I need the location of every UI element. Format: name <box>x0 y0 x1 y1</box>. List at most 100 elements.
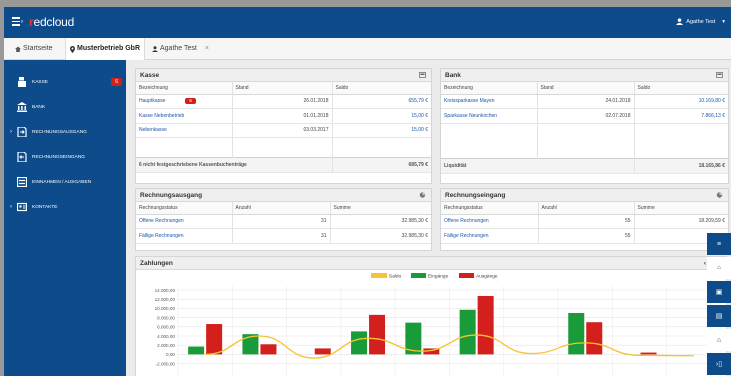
bank-table: Bezeichnung Stand Saldo Kreissparkasse M… <box>441 82 728 174</box>
pie-chart-icon[interactable] <box>419 192 426 198</box>
bar <box>568 313 585 355</box>
column-header: Saldo <box>633 82 728 95</box>
y-tick-label: 10.000,00 <box>155 306 176 311</box>
close-icon[interactable]: × <box>205 38 209 60</box>
account-name-cell[interactable]: Kasse Nebenbetrieb <box>136 108 232 124</box>
table-row[interactable]: Fällige Rechnungen 55 18.2 <box>441 228 728 244</box>
tab-label: Musterbetrieb GbR <box>77 45 141 52</box>
table-row[interactable]: Fällige Rechnungen 31 32.985,30 € <box>136 228 431 244</box>
sidebar-item-rechnungseingang[interactable]: RECHNUNGSEINGANG <box>4 145 126 169</box>
spacer <box>331 137 431 158</box>
sidebar-item-label: KASSE <box>32 79 48 85</box>
panel-title: Zahlungen <box>140 260 173 267</box>
table-row[interactable]: Offene Rechnungen 55 18.209,59 € <box>441 214 728 229</box>
rechnungsausgang-panel: Rechnungsausgang Rechnungsstatus Anzahl … <box>135 188 432 251</box>
rechnungseingang-panel: Rechnungseingang Rechnungsstatus Anzahl … <box>440 188 729 251</box>
menu-toggle-icon[interactable]: ≡ <box>707 233 731 255</box>
sidebar-item-bank[interactable]: BANK <box>4 95 126 119</box>
sidebar-item-label: BANK <box>32 104 46 110</box>
pie-chart-icon[interactable] <box>716 192 723 198</box>
bar <box>477 295 494 355</box>
column-header: Summe <box>633 202 728 215</box>
table-row[interactable]: Nebenkasse 03.03.2017 15,00 € <box>136 123 431 138</box>
payments-chart: 14.000,00 12.000,00 10.000,00 8.000,00 6.000… <box>155 273 722 376</box>
y-tick-label: 4.000,00 <box>157 334 175 339</box>
legend-label: Saldo <box>389 273 402 279</box>
table-footer: Liquidität 18.165,86 € <box>441 157 728 174</box>
app-window: › redcloud Agathe Test ▾ Startseite Must… <box>4 7 731 376</box>
status-cell[interactable]: Fällige Rechnungen <box>441 228 538 244</box>
saldo-cell: 655,79 € <box>331 94 431 109</box>
spacer <box>136 138 232 158</box>
table-row[interactable]: Hauptkasse 6 26.01.2018 655,79 € <box>136 94 431 109</box>
column-header: Summe <box>329 202 431 215</box>
panel-title: Bank <box>445 72 461 79</box>
sidebar-item-label: KONTAKTE <box>32 204 58 210</box>
table-row[interactable]: Sparkasse Neunkirchen 02.07.2018 7.866,1… <box>441 108 728 124</box>
spacer <box>231 137 332 158</box>
tab-agathe-test[interactable]: Agathe Test × <box>148 38 213 60</box>
saldo-cell: 15,00 € <box>331 123 431 138</box>
column-header: Rechnungsstatus <box>136 202 232 215</box>
tab-musterbetrieb[interactable]: Musterbetrieb GbR <box>65 38 146 60</box>
count-cell: 31 <box>231 228 330 244</box>
panel-header: Rechnungsausgang <box>136 189 431 202</box>
table-row[interactable]: Kreissparkasse Mayen 24.01.2018 10.169,8… <box>441 94 728 109</box>
status-cell[interactable]: Fällige Rechnungen <box>136 228 232 244</box>
bar <box>586 322 603 355</box>
income-expense-icon <box>17 177 27 187</box>
calculator-icon[interactable] <box>419 72 426 78</box>
zahlungen-panel: Zahlungen ‹ 14.000,00 12.000,00 10.000,00 8… <box>135 256 727 376</box>
spacer <box>633 123 728 158</box>
spacer <box>536 123 634 158</box>
bar <box>459 309 476 355</box>
app-logo[interactable]: redcloud <box>29 15 74 29</box>
outgoing-invoice-icon[interactable]: ›▯ <box>707 353 731 375</box>
account-name-cell[interactable]: Sparkasse Neunkirchen <box>441 108 537 124</box>
legend-swatch <box>371 273 387 278</box>
table-footer: 6 nicht festgeschriebene Kassenbuchenträ… <box>136 157 431 173</box>
sidebar-item-kasse[interactable]: KASSE 6 <box>4 70 126 94</box>
sum-cell: 32.985,30 € <box>329 214 431 229</box>
panel-title: Rechnungsausgang <box>140 192 203 199</box>
sidebar-item-label: RECHNUNGSAUSGANG <box>32 129 87 135</box>
legend-label: Ausgänge <box>476 273 498 279</box>
status-cell[interactable]: Offene Rechnungen <box>441 214 538 229</box>
sidebar: KASSE 6 BANK › RECHNUNGSAUSGANG RECHNUNG… <box>4 60 126 376</box>
chevron-right-icon: › <box>10 204 12 210</box>
notification-badge: 6 <box>185 98 196 105</box>
user-menu[interactable]: Agathe Test ▾ <box>676 18 725 25</box>
home-icon[interactable]: ⌂ <box>707 257 731 279</box>
footer-label: Liquidität <box>441 157 634 174</box>
column-header: Anzahl <box>231 202 330 215</box>
menu-toggle-icon[interactable]: › <box>12 17 23 26</box>
sidebar-item-rechnungsausgang[interactable]: › RECHNUNGSAUSGANG <box>4 120 126 144</box>
date-cell: 03.03.2017 <box>231 123 332 138</box>
calculator-icon[interactable] <box>716 72 723 78</box>
bank-icon[interactable]: ⌂ <box>707 329 731 351</box>
cash-register-icon[interactable]: ▤ <box>707 305 731 327</box>
account-name-cell[interactable]: Nebenkasse <box>136 123 232 138</box>
user-icon <box>152 46 158 52</box>
sidebar-item-einnahmen-ausgaben[interactable]: EINNAHMEN / AUSGABEN <box>4 170 126 194</box>
footer-label: 6 nicht festgeschriebene Kassenbuchenträ… <box>136 157 332 173</box>
column-header: Stand <box>536 82 634 95</box>
date-cell: 01.01.2018 <box>231 108 332 124</box>
table-row[interactable]: Kasse Nebenbetrieb 01.01.2018 15,00 € <box>136 108 431 124</box>
column-header: Stand <box>231 82 332 95</box>
top-bar: › redcloud Agathe Test ▾ <box>4 7 731 38</box>
tab-startseite[interactable]: Startseite <box>11 38 57 60</box>
saldo-cell: 15,00 € <box>331 108 431 124</box>
logo-text: edcloud <box>33 15 75 29</box>
sidebar-item-kontakte[interactable]: › KONTAKTE <box>4 195 126 219</box>
bar <box>351 331 368 355</box>
cash-register-icon[interactable]: ▣ <box>707 281 731 303</box>
column-header: Bezeichnung <box>136 82 232 95</box>
status-cell[interactable]: Offene Rechnungen <box>136 214 232 229</box>
chevron-left-icon[interactable]: ‹ <box>704 257 706 270</box>
table-row[interactable]: Offene Rechnungen 31 32.985,30 € <box>136 214 431 229</box>
count-cell: 31 <box>231 214 330 229</box>
account-name-cell[interactable]: Hauptkasse 6 <box>136 94 232 109</box>
account-name-cell[interactable]: Kreissparkasse Mayen <box>441 94 537 109</box>
outgoing-invoice-icon <box>17 127 27 137</box>
